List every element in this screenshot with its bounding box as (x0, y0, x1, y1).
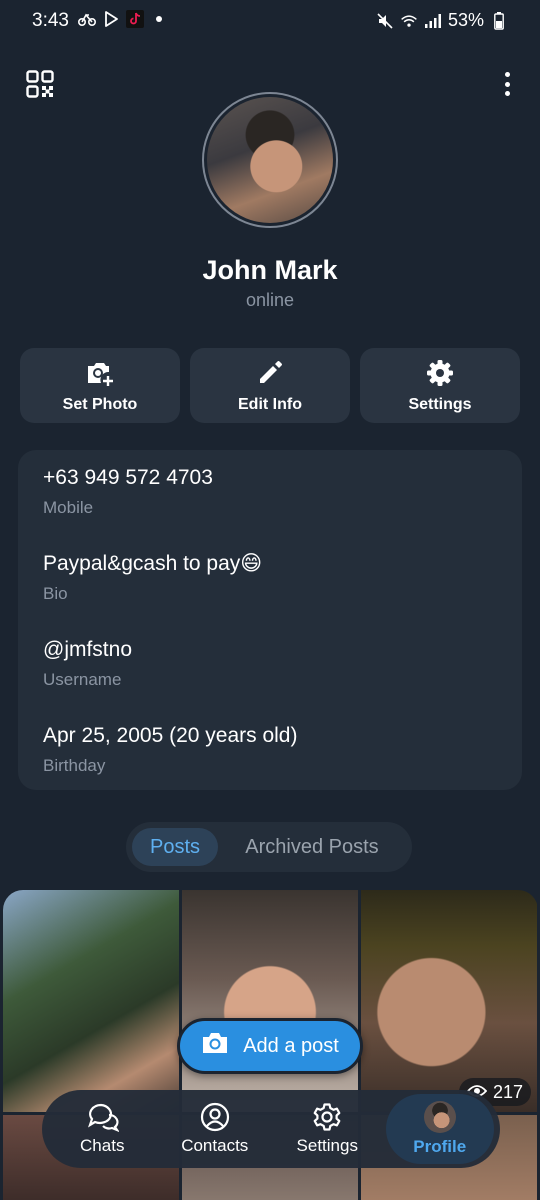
nav-profile-label: Profile (413, 1137, 467, 1156)
add-post-button[interactable]: Add a post (177, 1018, 363, 1074)
edit-info-button[interactable]: Edit Info (190, 348, 350, 423)
gear-icon (312, 1102, 342, 1132)
nav-contacts[interactable]: Contacts (161, 1094, 269, 1164)
birthday-label: Birthday (43, 756, 106, 775)
mute-icon (376, 12, 394, 30)
status-time: 3:43 (32, 10, 69, 31)
info-item-username[interactable]: @jmfstno Username (43, 636, 497, 722)
add-post-label: Add a post (243, 1034, 339, 1057)
bicycle-icon (78, 10, 96, 28)
profile-name: John Mark (202, 255, 338, 285)
profile-avatar[interactable] (202, 92, 338, 228)
gear-icon (425, 358, 455, 388)
battery-percent: 53% (447, 10, 484, 30)
camera-icon (201, 1031, 229, 1061)
info-item-birthday[interactable]: Apr 25, 2005 (20 years old) Birthday (43, 722, 497, 808)
set-photo-button[interactable]: Set Photo (20, 348, 180, 423)
nav-settings[interactable]: Settings (273, 1094, 381, 1164)
camera-add-icon (85, 358, 115, 388)
status-left-icons (78, 10, 162, 28)
more-vertical-icon[interactable] (497, 70, 517, 98)
settings-label: Settings (408, 395, 472, 413)
settings-button[interactable]: Settings (360, 348, 520, 423)
phone-number: +63 949 572 4703 (43, 466, 213, 489)
tab-posts[interactable]: Posts (132, 828, 218, 866)
set-photo-label: Set Photo (62, 395, 138, 413)
bio-text: Paypal&gcash to pay😄 (43, 552, 263, 575)
status-bar: 3:43 53% (0, 0, 540, 44)
post-thumbnail[interactable] (3, 890, 179, 1112)
nav-chats-label: Chats (80, 1136, 125, 1155)
play-store-icon (102, 10, 120, 28)
battery-icon (490, 11, 508, 30)
post-thumbnail[interactable]: 217 (361, 890, 537, 1112)
views-count: 217 (492, 1081, 523, 1102)
birthday-text: Apr 25, 2005 (20 years old) (43, 724, 298, 747)
nav-settings-label: Settings (296, 1136, 358, 1155)
bottom-nav: Chats Contacts Settings Profile (42, 1090, 500, 1168)
nav-chats[interactable]: Chats (48, 1094, 156, 1164)
username-label: Username (43, 670, 122, 689)
wifi-icon (400, 12, 418, 30)
phone-label: Mobile (43, 498, 94, 517)
qr-code-icon[interactable] (26, 70, 54, 98)
username-text: @jmfstno (43, 638, 133, 661)
chat-bubbles-icon (87, 1102, 121, 1133)
edit-info-label: Edit Info (238, 395, 302, 413)
profile-status: online (245, 290, 295, 310)
avatar-photo (207, 97, 333, 223)
tiktok-icon (126, 10, 144, 28)
nav-profile[interactable]: Profile (385, 1094, 494, 1164)
status-right-icons: 53% (376, 10, 508, 31)
posts-tabs: Posts Archived Posts (126, 822, 412, 872)
notification-dot (156, 16, 162, 22)
tab-archived-posts[interactable]: Archived Posts (218, 828, 406, 866)
action-row: Set Photo Edit Info Settings (20, 348, 520, 423)
nav-contacts-label: Contacts (181, 1136, 249, 1155)
pencil-icon (255, 358, 285, 388)
info-card: +63 949 572 4703 Mobile Paypal&gcash to … (18, 450, 522, 790)
info-item-mobile[interactable]: +63 949 572 4703 Mobile (43, 464, 497, 550)
post-thumbnail[interactable] (182, 890, 358, 1112)
info-item-bio[interactable]: Paypal&gcash to pay😄 Bio (43, 550, 497, 636)
profile-avatar (423, 1101, 456, 1133)
bio-label: Bio (43, 584, 68, 603)
person-circle-icon (200, 1102, 230, 1132)
signal-icon (424, 12, 442, 30)
